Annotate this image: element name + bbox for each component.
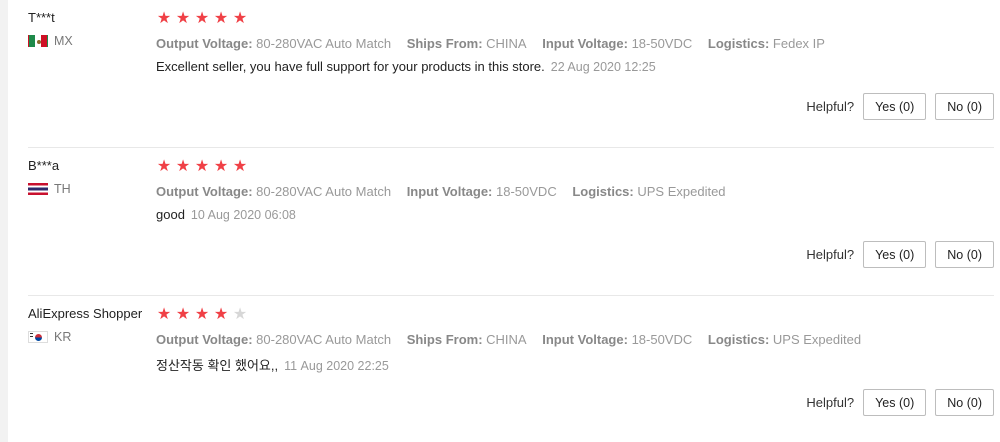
review-user: AliExpress Shopper KR <box>28 306 156 344</box>
country-code: KR <box>54 330 72 344</box>
star-icon: ★ <box>213 158 229 175</box>
product-attributes: Output Voltage: 80-280VAC Auto Match Inp… <box>156 184 992 199</box>
review-user: T***t MX <box>28 10 156 48</box>
star-icon: ★ <box>175 10 191 27</box>
review-feedback: 정산작동 확인 했어요,, 11 Aug 2020 22:25 <box>156 355 992 374</box>
attribute: Input Voltage: 18-50VDC <box>542 36 693 51</box>
helpful-yes-button[interactable]: Yes (0) <box>863 93 927 120</box>
star-icon: ★ <box>213 306 229 323</box>
review-feedback: Excellent seller, you have full support … <box>156 59 992 74</box>
thailand-flag-icon <box>28 183 48 195</box>
star-icon: ★ <box>156 158 172 175</box>
star-icon: ★ <box>156 10 172 27</box>
helpful-no-button[interactable]: No (0) <box>935 93 994 120</box>
star-icon: ★ <box>232 306 248 323</box>
user-name: B***a <box>28 158 60 173</box>
attribute: Output Voltage: 80-280VAC Auto Match <box>156 184 392 199</box>
review-content: ★ ★ ★ ★ ★ Output Voltage: 80-280VAC Auto Mat… <box>156 159 992 223</box>
country-code: MX <box>54 34 73 48</box>
attribute: Ships From: CHINA <box>406 332 527 347</box>
user-country: KR <box>28 330 156 344</box>
user-name: AliExpress Shopper <box>28 306 143 321</box>
user-name: T***t <box>28 10 55 25</box>
south-korea-flag-icon <box>28 331 48 343</box>
review-text: Excellent seller, you have full support … <box>156 59 545 74</box>
review-text: good <box>156 207 185 222</box>
helpful-yes-button[interactable]: Yes (0) <box>863 241 927 268</box>
star-icon: ★ <box>194 158 210 175</box>
star-icon: ★ <box>156 306 172 323</box>
star-icon: ★ <box>175 306 191 323</box>
review-list: T***t MX ★ ★ ★ ★ ★ Output Voltage: 80-280VAC… <box>28 0 994 442</box>
review-feedback: good 10 Aug 2020 06:08 <box>156 207 992 222</box>
attribute: Ships From: CHINA <box>406 36 527 51</box>
star-icon: ★ <box>194 306 210 323</box>
star-icon: ★ <box>213 10 229 27</box>
attribute: Input Voltage: 18-50VDC <box>406 184 557 199</box>
helpful-votes: Helpful? Yes (0) No (0) <box>806 241 994 268</box>
review-item: AliExpress Shopper KR ★ ★ ★ ★ ★ Output Volta… <box>28 296 994 442</box>
attribute: Input Voltage: 18-50VDC <box>542 332 693 347</box>
user-country: MX <box>28 34 156 48</box>
country-code: TH <box>54 182 71 196</box>
helpful-votes: Helpful? Yes (0) No (0) <box>806 389 994 416</box>
review-text: 정산작동 확인 했어요,, <box>156 358 279 373</box>
attribute: Logistics: Fedex IP <box>707 36 825 51</box>
review-date: 10 Aug 2020 06:08 <box>190 208 296 222</box>
attribute: Logistics: UPS Expedited <box>572 184 726 199</box>
helpful-no-button[interactable]: No (0) <box>935 241 994 268</box>
star-icon: ★ <box>232 10 248 27</box>
helpful-votes: Helpful? Yes (0) No (0) <box>806 93 994 120</box>
star-icon: ★ <box>194 10 210 27</box>
review-user: B***a TH <box>28 158 156 196</box>
mexico-flag-icon <box>28 35 48 47</box>
attribute: Logistics: UPS Expedited <box>707 332 862 347</box>
helpful-no-button[interactable]: No (0) <box>935 389 994 416</box>
helpful-label: Helpful? <box>806 247 855 262</box>
review-item: T***t MX ★ ★ ★ ★ ★ Output Voltage: 80-280VAC… <box>28 0 994 148</box>
attribute: Output Voltage: 80-280VAC Auto Match <box>156 332 392 347</box>
left-border <box>0 0 8 442</box>
star-icon: ★ <box>232 158 248 175</box>
review-date: 22 Aug 2020 12:25 <box>550 60 656 74</box>
star-rating: ★ ★ ★ ★ ★ <box>156 159 992 175</box>
star-rating: ★ ★ ★ ★ ★ <box>156 307 992 323</box>
helpful-yes-button[interactable]: Yes (0) <box>863 389 927 416</box>
review-item: B***a TH ★ ★ ★ ★ ★ Output Voltage: 80-280VAC… <box>28 148 994 296</box>
star-icon: ★ <box>175 158 191 175</box>
review-content: ★ ★ ★ ★ ★ Output Voltage: 80-280VAC Auto Mat… <box>156 307 992 374</box>
product-attributes: Output Voltage: 80-280VAC Auto Match Shi… <box>156 332 992 347</box>
helpful-label: Helpful? <box>806 395 855 410</box>
review-date: 11 Aug 2020 22:25 <box>284 359 389 373</box>
review-content: ★ ★ ★ ★ ★ Output Voltage: 80-280VAC Auto Mat… <box>156 11 992 75</box>
attribute: Output Voltage: 80-280VAC Auto Match <box>156 36 392 51</box>
product-attributes: Output Voltage: 80-280VAC Auto Match Shi… <box>156 36 992 51</box>
star-rating: ★ ★ ★ ★ ★ <box>156 11 992 27</box>
helpful-label: Helpful? <box>806 99 855 114</box>
user-country: TH <box>28 182 156 196</box>
